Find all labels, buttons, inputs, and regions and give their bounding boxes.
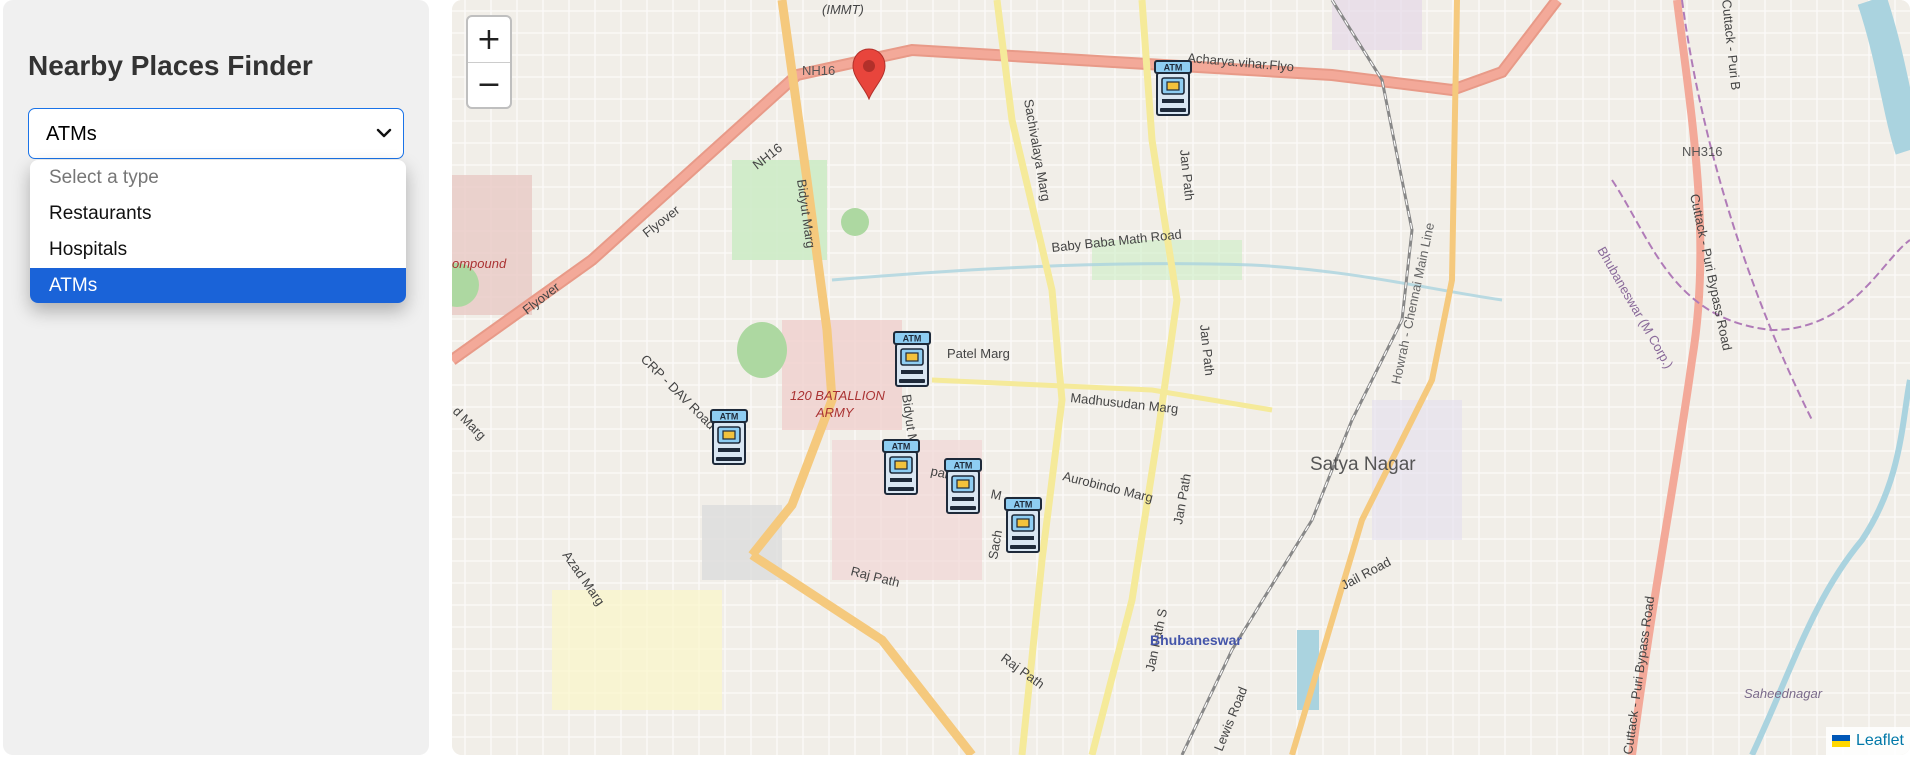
- atm-icon: ATM: [1004, 497, 1042, 553]
- svg-text:ATM: ATM: [954, 461, 973, 471]
- map-label: 120 BATALLION: [790, 388, 886, 403]
- zoom-out-button[interactable]: −: [468, 62, 510, 107]
- leaflet-link[interactable]: Leaflet: [1856, 732, 1904, 749]
- svg-text:ATM: ATM: [720, 412, 739, 422]
- atm-icon: ATM: [893, 331, 931, 387]
- map-label: NH16: [802, 63, 835, 78]
- atm-marker[interactable]: ATM: [708, 408, 750, 468]
- atm-icon: ATM: [1154, 60, 1192, 116]
- atm-icon: ATM: [710, 409, 748, 465]
- select-value: ATMs: [46, 123, 97, 145]
- map-label: Saheednagar: [1744, 686, 1823, 701]
- option-atms[interactable]: ATMs: [30, 268, 406, 303]
- map-label: Patel Marg: [947, 346, 1010, 361]
- svg-text:ATM: ATM: [1164, 63, 1183, 73]
- place-type-select[interactable]: ATMs: [28, 108, 404, 159]
- map[interactable]: (IMMT) NH16 NH16 Acharya.vihar.Flyo Flyo…: [452, 0, 1910, 755]
- atm-marker[interactable]: ATM: [891, 330, 933, 390]
- svg-text:ATM: ATM: [903, 334, 922, 344]
- zoom-control: + −: [466, 15, 512, 109]
- app-title: Nearby Places Finder: [28, 50, 313, 81]
- map-label: (IMMT): [822, 2, 864, 17]
- atm-marker[interactable]: ATM: [1152, 59, 1194, 119]
- sidebar: Nearby Places Finder ATMs Select a type …: [3, 0, 429, 755]
- map-attribution[interactable]: Leaflet: [1825, 727, 1910, 755]
- svg-text:ATM: ATM: [892, 442, 911, 452]
- atm-icon: ATM: [944, 458, 982, 514]
- atm-icon: ATM: [882, 439, 920, 495]
- map-label: ompound: [452, 256, 507, 271]
- atm-marker[interactable]: ATM: [1002, 496, 1044, 556]
- map-label: NH316: [1682, 144, 1722, 159]
- atm-marker[interactable]: ATM: [880, 438, 922, 498]
- svg-text:ATM: ATM: [1014, 500, 1033, 510]
- chevron-down-icon: [376, 128, 392, 138]
- option-hospitals[interactable]: Hospitals: [30, 232, 406, 268]
- atm-marker[interactable]: ATM: [942, 457, 984, 517]
- zoom-in-button[interactable]: +: [468, 17, 510, 63]
- location-pin-icon[interactable]: [851, 48, 887, 100]
- map-label: Satya Nagar: [1310, 454, 1416, 475]
- map-label: ARMY: [815, 405, 855, 420]
- option-restaurants[interactable]: Restaurants: [30, 196, 406, 232]
- option-select-a-type[interactable]: Select a type: [30, 160, 406, 196]
- ukraine-flag-icon: [1831, 734, 1850, 747]
- place-type-dropdown: Select a type Restaurants Hospitals ATMs: [30, 160, 406, 303]
- map-label: Bhubaneswar: [1150, 632, 1242, 648]
